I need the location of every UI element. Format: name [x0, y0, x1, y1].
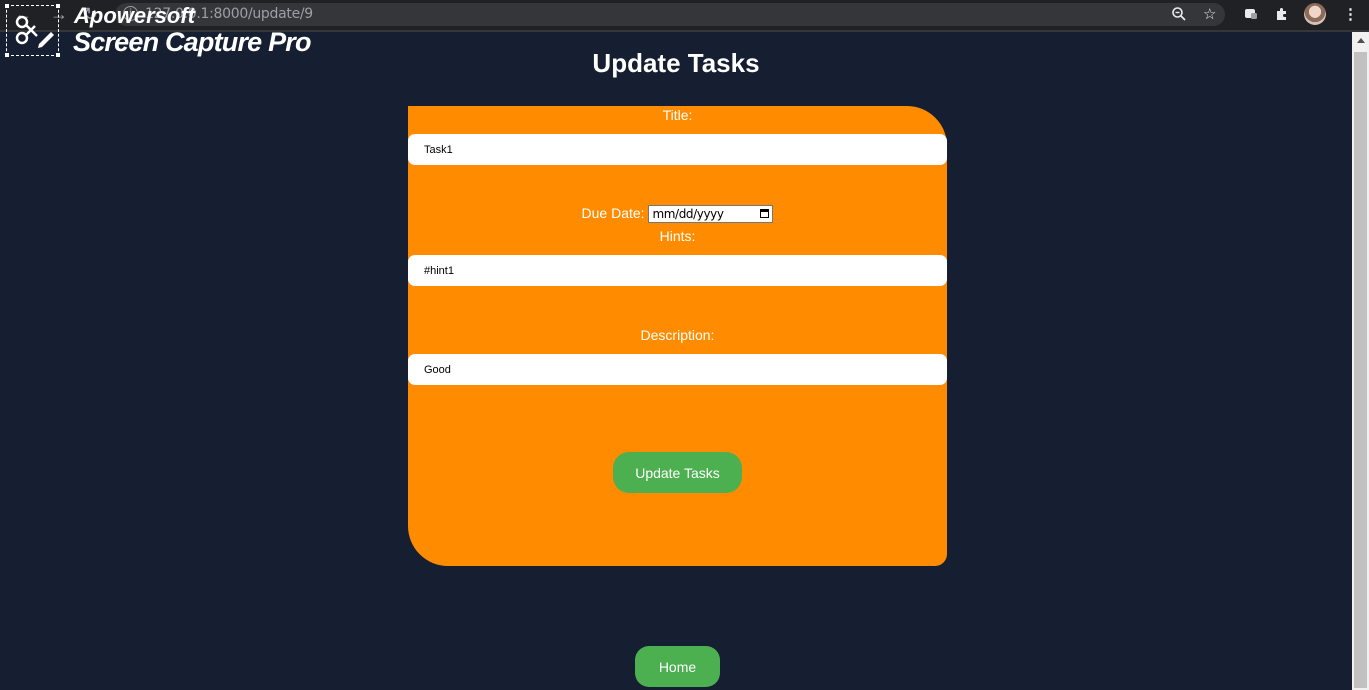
due-date-placeholder: mm/dd/yyyy — [652, 207, 724, 222]
update-task-form: Title: Due Date: mm/dd/yyyy Hints: Descr… — [408, 106, 947, 566]
profile-avatar[interactable] — [1304, 3, 1326, 25]
due-date-label: Due Date: — [581, 205, 645, 221]
star-icon[interactable]: ☆ — [1203, 6, 1216, 24]
scroll-up-arrow-icon[interactable] — [1357, 38, 1365, 43]
update-tasks-button[interactable]: Update Tasks — [613, 452, 742, 493]
hints-input[interactable] — [408, 255, 947, 286]
page-title: Update Tasks — [592, 48, 760, 78]
description-label: Description: — [640, 327, 715, 343]
page-scrollbar[interactable] — [1352, 32, 1369, 690]
calendar-icon[interactable] — [760, 209, 770, 219]
puzzle-icon[interactable] — [1274, 6, 1290, 27]
extension-icon[interactable] — [1243, 6, 1259, 27]
scroll-thumb[interactable] — [1354, 52, 1367, 688]
title-label: Title: — [662, 107, 693, 123]
due-date-input[interactable]: mm/dd/yyyy — [648, 205, 774, 224]
kebab-menu-icon[interactable]: ⋮ — [1343, 6, 1358, 24]
title-input[interactable] — [408, 134, 947, 165]
due-date-row: Due Date: mm/dd/yyyy — [408, 205, 947, 225]
zoom-icon[interactable] — [1171, 6, 1187, 27]
home-button[interactable]: Home — [635, 646, 720, 687]
description-input[interactable] — [408, 354, 947, 385]
hints-label: Hints: — [659, 228, 696, 244]
watermark-brand: Apowersoft — [74, 3, 195, 28]
address-bar[interactable]: i 127.0.0.1:8000/update/9 — [115, 3, 1225, 26]
